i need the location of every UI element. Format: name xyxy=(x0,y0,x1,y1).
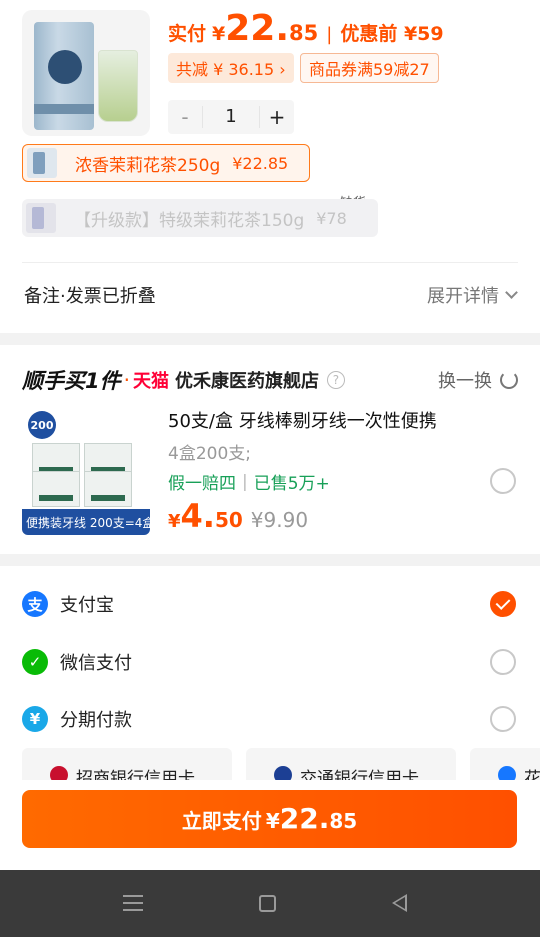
increase-button[interactable]: + xyxy=(260,105,294,129)
payment-radio-checked[interactable] xyxy=(490,591,516,617)
payment-radio[interactable] xyxy=(490,706,516,732)
price-currency: ¥ xyxy=(265,809,280,833)
bundle-header: 顺手买1件 · 天猫 优禾康医药旗舰店 ? xyxy=(22,365,345,395)
credit-card-scroller[interactable]: 招商银行信用卡 交通银行信用卡 花 xyxy=(0,748,540,780)
divider xyxy=(22,262,518,263)
cmb-bank-icon xyxy=(50,766,68,780)
chevron-down-icon xyxy=(505,286,518,299)
menu-icon[interactable] xyxy=(123,895,143,911)
remark-invoice-label: 备注·发票已折叠 xyxy=(24,286,156,307)
guarantee-tag: 假一赔四 xyxy=(168,474,236,494)
quantity-value[interactable]: 1 xyxy=(202,106,260,128)
card-option-bocom[interactable]: 交通银行信用卡 xyxy=(246,748,456,780)
bocom-bank-icon xyxy=(274,766,292,780)
sku-option-selected[interactable]: 浓香茉莉花茶250g ¥22.85 xyxy=(22,144,310,182)
decrease-button[interactable]: - xyxy=(168,105,202,129)
system-navigation-bar xyxy=(0,870,540,937)
bundle-price: ¥ 4. 50 ¥9.90 xyxy=(168,497,308,535)
price-decimal: 85 xyxy=(289,21,319,45)
product-image[interactable] xyxy=(22,10,150,136)
add-on-bundle-card: 顺手买1件 · 天猫 优禾康医药旗舰店 ? 换一换 200 便携装牙线 200支… xyxy=(0,345,540,554)
home-icon[interactable] xyxy=(259,895,276,912)
sku-price: ¥78 xyxy=(316,208,347,228)
payment-label: 微信支付 xyxy=(60,653,132,674)
bundle-product-title[interactable]: 50支/盒 牙线棒剔牙线一次性便携 xyxy=(168,407,437,433)
bundle-select-radio[interactable] xyxy=(490,468,516,494)
huabei-icon xyxy=(498,766,516,780)
sku-name: 浓香茉莉花茶250g xyxy=(75,155,221,176)
help-icon[interactable]: ? xyxy=(326,371,345,389)
pay-now-button[interactable]: 立即支付 ¥ 22. 85 xyxy=(22,790,517,848)
payment-label: 支付宝 xyxy=(60,595,114,616)
price-separator: | xyxy=(326,24,333,45)
alipay-icon: 支 xyxy=(22,591,48,617)
swap-label: 换一换 xyxy=(438,371,492,392)
payment-label: 分期付款 xyxy=(60,710,132,731)
pay-now-label: 立即支付 xyxy=(181,809,262,833)
actual-price-label: 实付 xyxy=(168,23,207,45)
sku-thumbnail xyxy=(27,148,57,178)
expand-details-button[interactable]: 展开详情 xyxy=(427,282,518,308)
installment-icon: ¥ xyxy=(22,706,48,732)
tag-separator: | xyxy=(242,471,248,492)
store-name[interactable]: 优禾康医药旗舰店 xyxy=(175,367,319,393)
floss-box-graphic xyxy=(84,471,132,507)
back-icon[interactable] xyxy=(392,894,407,912)
tea-glass-graphic xyxy=(98,50,138,122)
price-decimal: 50 xyxy=(214,508,243,532)
bundle-tags: 假一赔四 | 已售5万+ xyxy=(168,469,330,495)
pre-discount-price: 优惠前 ¥59 xyxy=(340,23,444,45)
sku-price: ¥22.85 xyxy=(232,153,289,173)
card-option-cmb[interactable]: 招商银行信用卡 xyxy=(22,748,232,780)
discount-detail-chip[interactable]: 共减 ¥ 36.15 › xyxy=(168,53,294,83)
sku-thumbnail xyxy=(26,203,56,233)
wechat-pay-icon: ✓ xyxy=(22,649,48,675)
order-product-card: 实付 ¥ 22. 85 | 优惠前 ¥59 共减 ¥ 36.15 › 商品券满5… xyxy=(0,0,540,333)
coupon-chip[interactable]: 商品券满59减27 xyxy=(300,53,439,83)
count-badge: 200 xyxy=(28,411,56,439)
price-currency: ¥ xyxy=(212,23,226,45)
image-footer-text: 便携装牙线 200支=4盒装(50支/盒) xyxy=(22,509,150,535)
payment-option-wechat[interactable]: ✓ 微信支付 xyxy=(0,640,540,684)
bundle-product-image[interactable]: 200 便携装牙线 200支=4盒装(50支/盒) xyxy=(22,409,150,535)
tmall-logo: 天猫 xyxy=(132,371,169,392)
sku-name: 【升级款】特级茉莉花茶150g xyxy=(74,210,305,231)
price-decimal: 85 xyxy=(329,809,358,833)
sold-count: 已售5万+ xyxy=(253,474,330,494)
expand-details-label: 展开详情 xyxy=(427,286,499,307)
refresh-icon xyxy=(500,371,518,389)
price-currency: ¥ xyxy=(168,511,181,532)
bundle-dot: · xyxy=(123,368,130,392)
payment-methods-card: 支 支付宝 ✓ 微信支付 ¥ 分期付款 招商银行信用卡 交通银行信用卡 花 xyxy=(0,566,540,780)
original-price: ¥9.90 xyxy=(250,508,309,532)
quantity-stepper: - 1 + xyxy=(168,100,294,134)
payment-radio[interactable] xyxy=(490,649,516,675)
price-integer: 4. xyxy=(180,497,215,535)
card-label: 花 xyxy=(524,769,540,780)
card-label: 交通银行信用卡 xyxy=(300,769,419,780)
payment-option-alipay[interactable]: 支 支付宝 xyxy=(0,582,540,626)
price-integer: 22. xyxy=(225,8,290,49)
actual-price: 实付 ¥ 22. 85 | 优惠前 ¥59 xyxy=(168,8,444,56)
payment-option-installment[interactable]: ¥ 分期付款 xyxy=(0,697,540,741)
sku-option-unavailable: 【升级款】特级茉莉花茶150g ¥78 xyxy=(22,199,378,237)
floss-box-graphic xyxy=(32,471,80,507)
card-label: 招商银行信用卡 xyxy=(76,769,195,780)
tea-tin-graphic xyxy=(34,22,94,130)
card-option-huabei[interactable]: 花 xyxy=(470,748,540,780)
swap-button[interactable]: 换一换 xyxy=(438,367,518,393)
checkout-bar: 立即支付 ¥ 22. 85 xyxy=(0,780,540,870)
bundle-product-spec: 4盒200支; xyxy=(168,444,251,464)
price-integer: 22. xyxy=(279,802,330,835)
bundle-title: 顺手买1件 xyxy=(22,369,121,393)
